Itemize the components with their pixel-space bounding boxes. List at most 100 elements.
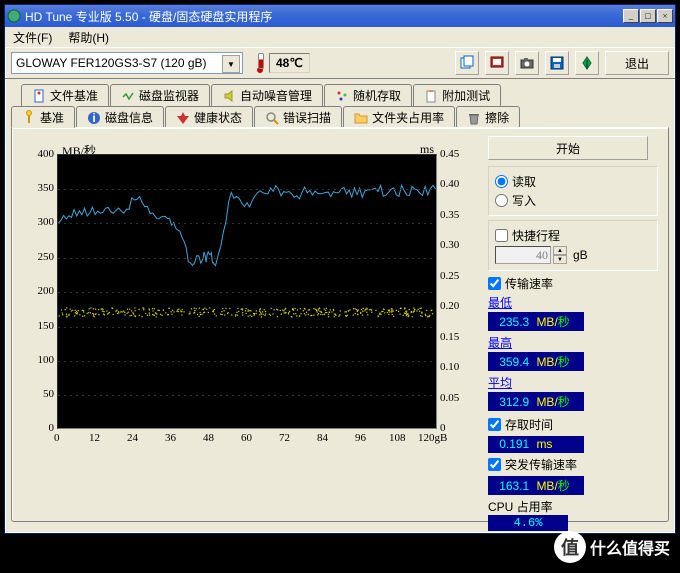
tab-disk-monitor[interactable]: 磁盘监视器 xyxy=(110,84,210,106)
y-tick: 50 xyxy=(24,388,54,400)
y2-tick: 0.45 xyxy=(440,148,459,160)
temperature-display: 48℃ xyxy=(255,53,310,73)
drive-select[interactable]: GLOWAY FER120GS3-S7 (120 gB) xyxy=(11,52,243,74)
transfer-rate-checkbox[interactable]: 传输速率 xyxy=(488,275,658,292)
toolbar: GLOWAY FER120GS3-S7 (120 gB) 48℃ 退出 xyxy=(5,47,675,79)
max-label: 最高 xyxy=(488,334,658,351)
min-label: 最低 xyxy=(488,294,658,311)
min-value: 235.3 MB/秒 xyxy=(488,312,584,331)
watermark-text: 什么值得买 xyxy=(590,535,670,559)
y2-tick: 0.40 xyxy=(440,178,459,190)
maximize-button[interactable]: □ xyxy=(640,9,656,23)
x-tick: 0 xyxy=(54,432,60,444)
x-tick: 60 xyxy=(241,432,252,444)
clipboard-icon xyxy=(424,89,438,103)
shortstroke-checkbox[interactable]: 快捷行程 xyxy=(495,227,651,244)
cpu-value: 4.6% xyxy=(488,515,568,531)
burst-checkbox[interactable]: 突发传输速率 xyxy=(488,456,658,473)
window-controls: _ □ × xyxy=(623,9,673,23)
x-tick: 12 xyxy=(89,432,100,444)
copy-info-button[interactable] xyxy=(455,51,479,75)
x-tick: 120gB xyxy=(418,432,447,444)
tab-random-access[interactable]: 随机存取 xyxy=(324,84,412,106)
start-button[interactable]: 开始 xyxy=(488,136,648,160)
x-tick: 48 xyxy=(203,432,214,444)
y2-tick: 0.35 xyxy=(440,209,459,221)
access-time-checkbox[interactable]: 存取时间 xyxy=(488,416,658,433)
y-tick: 300 xyxy=(24,216,54,228)
x-tick: 96 xyxy=(355,432,366,444)
tab-disk-info[interactable]: i磁盘信息 xyxy=(76,106,164,128)
y-tick: 150 xyxy=(24,320,54,332)
y2-tick: 0.15 xyxy=(440,331,459,343)
trash-icon xyxy=(467,111,481,125)
app-icon xyxy=(7,9,21,23)
tab-extra-tests[interactable]: 附加测试 xyxy=(413,84,501,106)
benchmark-icon xyxy=(22,110,36,124)
avg-value: 312.9 MB/秒 xyxy=(488,392,584,411)
tab-health[interactable]: 健康状态 xyxy=(165,106,253,128)
access-value: 0.191 ms xyxy=(488,436,584,453)
tab-row-lower: 基准 i磁盘信息 健康状态 错误扫描 文件夹占用率 擦除 xyxy=(11,105,669,127)
speaker-icon xyxy=(222,89,236,103)
stroke-input[interactable] xyxy=(495,246,551,264)
main-window: HD Tune 专业版 5.50 - 硬盘/固态硬盘实用程序 _ □ × 文件(… xyxy=(4,4,676,534)
x-tick: 36 xyxy=(165,432,176,444)
tab-benchmark[interactable]: 基准 xyxy=(11,106,75,128)
watermark: 值 什么值得买 xyxy=(554,531,670,563)
menu-bar: 文件(F) 帮助(H) xyxy=(5,27,675,47)
folder-icon xyxy=(354,111,368,125)
drive-select-value: GLOWAY FER120GS3-S7 (120 gB) xyxy=(16,56,207,70)
write-radio[interactable]: 写入 xyxy=(495,192,651,209)
x-tick: 24 xyxy=(127,432,138,444)
tab-erase[interactable]: 擦除 xyxy=(456,106,520,128)
y2-tick: 0.10 xyxy=(440,361,459,373)
monitor-icon xyxy=(121,89,135,103)
y2-tick: 0.05 xyxy=(440,392,459,404)
titlebar[interactable]: HD Tune 专业版 5.50 - 硬盘/固态硬盘实用程序 _ □ × xyxy=(5,5,675,27)
x-tick: 84 xyxy=(317,432,328,444)
cpu-label: CPU 占用率 xyxy=(488,498,658,515)
avg-label: 平均 xyxy=(488,374,658,391)
random-icon xyxy=(335,89,349,103)
x-tick: 108 xyxy=(389,432,406,444)
file-icon xyxy=(32,89,46,103)
save-button[interactable] xyxy=(545,51,569,75)
chart-area: MB/秒 ms 400 350 300 250 200 150 100 50 0… xyxy=(22,138,474,456)
mode-group: 读取 写入 xyxy=(488,166,658,216)
shortstroke-group: 快捷行程 ▲▼gB xyxy=(488,220,658,271)
screenshot-button[interactable] xyxy=(515,51,539,75)
tab-content: MB/秒 ms 400 350 300 250 200 150 100 50 0… xyxy=(11,127,669,522)
temperature-value: 48℃ xyxy=(269,53,310,73)
read-radio[interactable]: 读取 xyxy=(495,173,651,190)
tab-file-benchmark[interactable]: 文件基准 xyxy=(21,84,109,106)
y-tick: 400 xyxy=(24,148,54,160)
window-title: HD Tune 专业版 5.50 - 硬盘/固态硬盘实用程序 xyxy=(25,8,619,25)
menu-file[interactable]: 文件(F) xyxy=(9,27,56,48)
tab-area: 文件基准 磁盘监视器 自动噪音管理 随机存取 附加测试 基准 i磁盘信息 健康状… xyxy=(11,83,669,523)
y2-tick: 0.20 xyxy=(440,300,459,312)
watermark-icon: 值 xyxy=(554,531,586,563)
y2-tick: 0.30 xyxy=(440,239,459,251)
exit-button[interactable]: 退出 xyxy=(605,51,669,75)
minimize-button[interactable]: _ xyxy=(623,9,639,23)
side-panel: 开始 读取 写入 快捷行程 ▲▼gB 传输速率 最低 235.3 MB/秒 最高… xyxy=(488,136,658,531)
info-icon: i xyxy=(87,111,101,125)
y-tick: 100 xyxy=(24,354,54,366)
tab-error-scan[interactable]: 错误扫描 xyxy=(254,106,342,128)
y-tick: 250 xyxy=(24,251,54,263)
x-tick: 72 xyxy=(279,432,290,444)
health-icon xyxy=(176,111,190,125)
y2-tick: 0.25 xyxy=(440,270,459,282)
close-button[interactable]: × xyxy=(657,9,673,23)
thermometer-icon xyxy=(255,53,265,73)
tab-aam[interactable]: 自动噪音管理 xyxy=(211,84,323,106)
copy-screenshot-button[interactable] xyxy=(485,51,509,75)
y-tick: 200 xyxy=(24,285,54,297)
menu-help[interactable]: 帮助(H) xyxy=(64,27,113,48)
tab-folder-usage[interactable]: 文件夹占用率 xyxy=(343,106,455,128)
max-value: 359.4 MB/秒 xyxy=(488,352,584,371)
chart-canvas xyxy=(57,154,437,429)
stroke-spinner[interactable]: ▲▼gB xyxy=(495,246,651,264)
options-button[interactable] xyxy=(575,51,599,75)
